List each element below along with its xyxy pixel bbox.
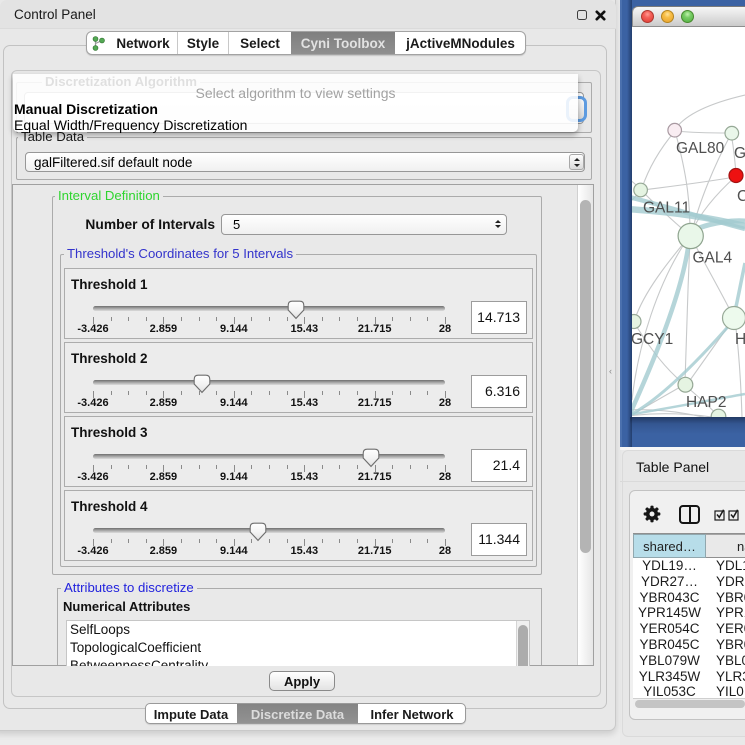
svg-text:GAL1: GAL1 [734,145,745,162]
svg-text:HAP2: HAP2 [686,394,727,411]
svg-text:C: C [737,188,745,205]
svg-text:HI: HI [735,331,745,348]
svg-text:GAL80: GAL80 [676,140,725,157]
svg-text:GCY1: GCY1 [632,331,673,348]
svg-text:GAL11: GAL11 [643,200,690,217]
svg-text:GAL4: GAL4 [693,250,733,267]
